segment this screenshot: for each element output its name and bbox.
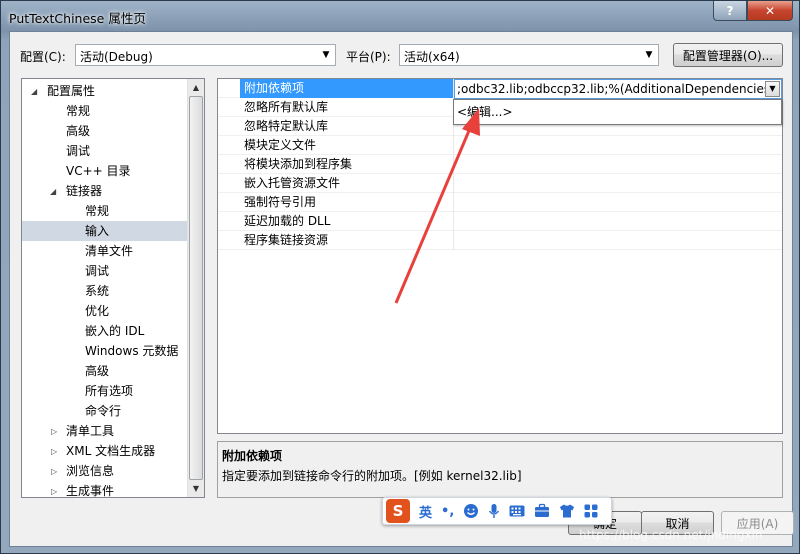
help-button[interactable]: ? (713, 1, 747, 21)
config-select[interactable]: 活动(Debug) ▼ (75, 44, 336, 66)
tree-item[interactable]: 高级 (22, 121, 188, 141)
grid-row[interactable]: 嵌入托管资源文件 (218, 174, 782, 193)
skin-shirt-icon[interactable] (559, 504, 575, 518)
expanded-triangle-icon[interactable]: ◢ (50, 182, 56, 202)
tree-item[interactable]: 所有选项 (22, 381, 188, 401)
dialog-client: 配置(C): 活动(Debug) ▼ 平台(P): 活动(x64) ▼ 配置管理… (9, 31, 794, 547)
grid-row[interactable]: 程序集链接资源 (218, 231, 782, 250)
grid-row[interactable]: 强制符号引用 (218, 193, 782, 212)
tree-scrollbar[interactable]: ▲ ▼ (187, 79, 204, 497)
tree-item[interactable]: 调试 (22, 141, 188, 161)
tree-item[interactable]: Windows 元数据 (22, 341, 188, 361)
tree-item[interactable]: 常规 (22, 201, 188, 221)
edit-option[interactable]: <编辑...> (457, 103, 513, 120)
description-heading: 附加依赖项 (222, 449, 283, 463)
toolbox-icon[interactable] (534, 503, 550, 519)
config-label: 配置(C): (20, 50, 66, 64)
tree-item[interactable]: VC++ 目录 (22, 161, 188, 181)
tree-item[interactable]: 系统 (22, 281, 188, 301)
keyboard-icon[interactable] (509, 505, 525, 517)
sogou-logo-icon[interactable]: S (386, 499, 410, 523)
grid-row[interactable]: 延迟加载的 DLL (218, 212, 782, 231)
scrollbar-thumb[interactable] (189, 96, 203, 480)
ime-toolbar[interactable]: S 英 •, (382, 497, 612, 525)
tree-item[interactable]: ▷ 生成事件 (22, 481, 188, 497)
ime-mode-label[interactable]: 英 (419, 502, 432, 521)
grid-row-additional-dependencies[interactable]: 附加依赖项 ;odbc32.lib;odbccp32.lib;%(Additio… (218, 79, 782, 99)
tree-item[interactable]: 常规 (22, 101, 188, 121)
grid-row[interactable]: 将模块添加到程序集 (218, 155, 782, 174)
tree-item[interactable]: 高级 (22, 361, 188, 381)
dependencies-dropdown: <编辑...> (453, 99, 782, 125)
description-panel: 附加依赖项 指定要添加到链接命令行的附加项。[例如 kernel32.lib] (217, 441, 783, 498)
tree-item-input-selected[interactable]: 输入 (22, 221, 188, 241)
property-grid: 附加依赖项 ;odbc32.lib;odbccp32.lib;%(Additio… (217, 78, 783, 434)
description-text: 指定要添加到链接命令行的附加项。[例如 kernel32.lib] (222, 469, 522, 483)
platform-label: 平台(P): (346, 50, 391, 64)
tree-item[interactable]: 命令行 (22, 401, 188, 421)
tree-item[interactable]: ▷ 清单工具 (22, 421, 188, 441)
config-value: 活动(Debug) (80, 50, 153, 64)
tree-item[interactable]: ▷ XML 文档生成器 (22, 441, 188, 461)
tree-item[interactable]: 调试 (22, 261, 188, 281)
chevron-down-icon[interactable]: ▼ (765, 81, 780, 97)
additional-dependencies-field[interactable]: ;odbc32.lib;odbccp32.lib;%(AdditionalDep… (454, 79, 782, 99)
config-manager-button[interactable]: 配置管理器(O)... (673, 43, 783, 67)
scroll-down-arrow-icon[interactable]: ▼ (188, 480, 204, 497)
expanded-triangle-icon[interactable]: ◢ (31, 82, 37, 102)
tree-item-linker[interactable]: ◢ 链接器 (22, 181, 188, 201)
chevron-down-icon: ▼ (322, 50, 330, 60)
platform-select[interactable]: 活动(x64) ▼ (399, 44, 659, 66)
microphone-icon[interactable] (488, 503, 500, 519)
title-bar[interactable]: PutTextChinese 属性页 ? ✕ (1, 1, 800, 31)
tree-item[interactable]: ▷ 浏览信息 (22, 461, 188, 481)
scroll-up-arrow-icon[interactable]: ▲ (188, 79, 204, 96)
collapsed-triangle-icon[interactable]: ▷ (51, 422, 57, 442)
watermark-text: https://blog.csdn.net/jndingxin (579, 528, 763, 542)
collapsed-triangle-icon[interactable]: ▷ (51, 482, 57, 497)
platform-value: 活动(x64) (404, 50, 460, 64)
tree-item[interactable]: 清单文件 (22, 241, 188, 261)
tree-item[interactable]: 嵌入的 IDL (22, 321, 188, 341)
tree-item[interactable]: 优化 (22, 301, 188, 321)
collapsed-triangle-icon[interactable]: ▷ (51, 442, 57, 462)
grid-row[interactable]: 模块定义文件 (218, 136, 782, 155)
collapsed-triangle-icon[interactable]: ▷ (51, 462, 57, 482)
more-tiles-icon[interactable] (584, 504, 598, 518)
emoji-icon[interactable] (463, 503, 479, 519)
ime-punct-label[interactable]: •, (441, 504, 454, 519)
tree-item-root[interactable]: ◢ 配置属性 (22, 81, 188, 101)
chevron-down-icon: ▼ (645, 50, 653, 60)
window-title: PutTextChinese 属性页 (9, 11, 146, 26)
dialog-window: PutTextChinese 属性页 ? ✕ 配置(C): 活动(Debug) … (0, 0, 800, 554)
property-tree: ◢ 配置属性 常规 高级 调试 VC++ 目录 ◢ 链接器 常规 输入 清单文件… (21, 78, 205, 498)
close-button[interactable]: ✕ (747, 1, 793, 21)
